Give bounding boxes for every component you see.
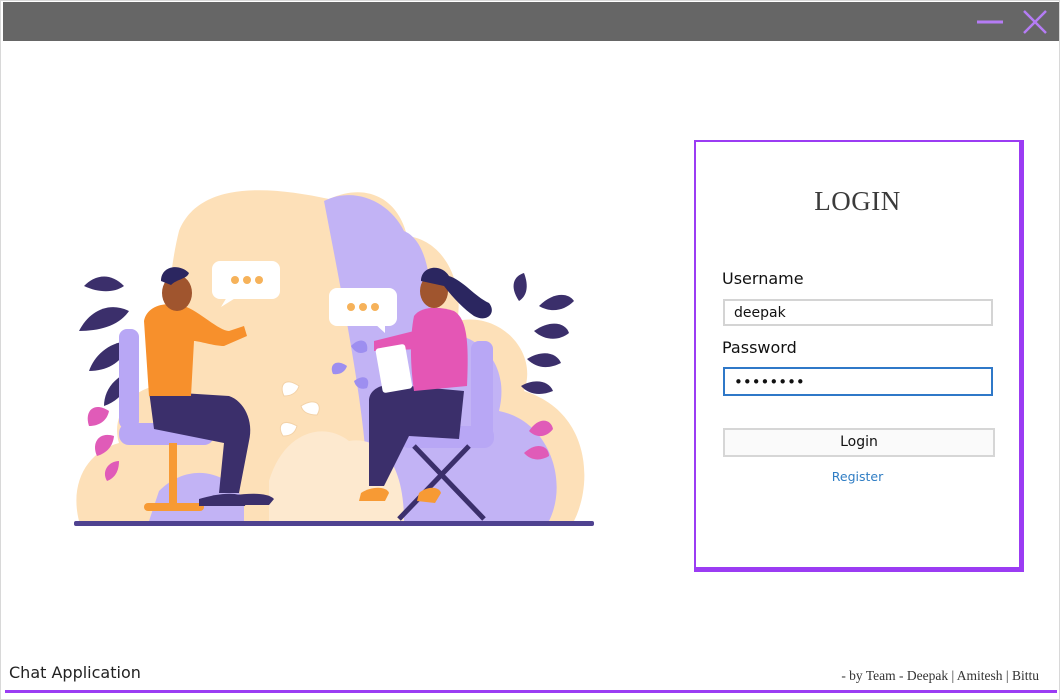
app-name: Chat Application [9, 663, 141, 682]
footer-divider [5, 690, 1057, 693]
username-label: Username [722, 269, 804, 288]
register-link[interactable]: Register [696, 469, 1019, 484]
title-bar[interactable] [3, 2, 1059, 41]
close-button[interactable] [1015, 2, 1055, 41]
two-people-chatting-illustration [74, 190, 594, 526]
app-window: LOGIN Username Password Login Register C… [0, 0, 1060, 700]
team-credits: - by Team - Deepak | Amitesh | Bittu [841, 668, 1039, 683]
login-panel: LOGIN Username Password Login Register [694, 140, 1024, 572]
username-input[interactable] [723, 299, 993, 326]
password-label: Password [722, 338, 797, 357]
close-icon [1023, 10, 1047, 34]
login-title: LOGIN [814, 186, 901, 216]
minimize-button[interactable] [969, 2, 1009, 41]
minimize-icon [977, 20, 1003, 24]
login-button[interactable]: Login [723, 428, 995, 457]
password-input[interactable] [723, 367, 993, 396]
